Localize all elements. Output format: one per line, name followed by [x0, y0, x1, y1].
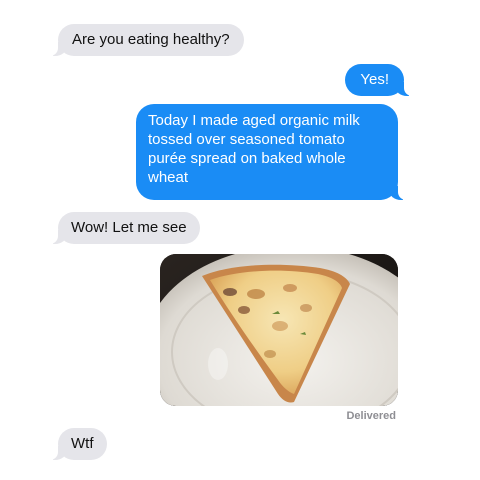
message-text: Today I made aged organic milk tossed ov… — [148, 112, 360, 186]
message-text: Wow! Let me see — [71, 219, 187, 236]
outgoing-message-bubble[interactable]: Yes! — [345, 64, 416, 96]
photo-attachment[interactable] — [160, 254, 398, 406]
message-text: Wtf — [71, 435, 94, 452]
incoming-message-bubble[interactable]: Wow! Let me see — [46, 212, 200, 244]
pizza-photo-image — [160, 254, 398, 406]
message-text: Yes! — [360, 71, 389, 88]
delivered-status: Delivered — [346, 410, 396, 422]
outgoing-message-bubble[interactable]: Today I made aged organic milk tossed ov… — [136, 104, 410, 200]
message-thread: Are you eating healthy? Yes! Today I mad… — [0, 0, 480, 480]
incoming-message-bubble[interactable]: Wtf — [46, 428, 107, 460]
message-text: Are you eating healthy? — [72, 31, 230, 48]
incoming-message-bubble[interactable]: Are you eating healthy? — [46, 24, 244, 56]
